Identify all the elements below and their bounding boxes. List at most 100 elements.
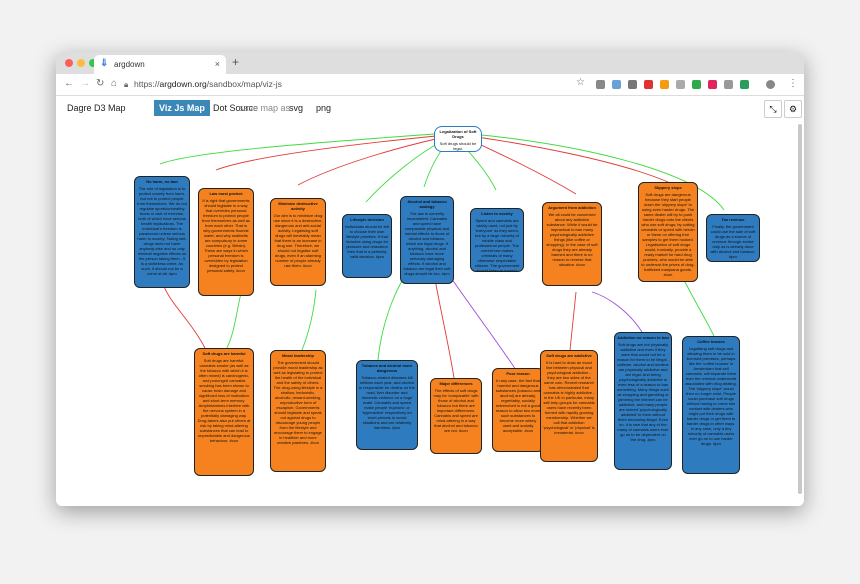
- argument-node[interactable]: Tax revenue Finally, the government could…: [706, 214, 760, 262]
- forward-arrow-icon[interactable]: →: [80, 78, 90, 89]
- lock-icon: 🔒︎: [124, 80, 129, 89]
- argument-node[interactable]: Minimize destructive activity Our aim is …: [270, 198, 326, 286]
- extension-shield-icon[interactable]: [660, 80, 669, 89]
- more-menu-icon[interactable]: ⋮: [788, 78, 798, 89]
- extension-evernote-icon[interactable]: [740, 80, 749, 89]
- node-title: Poor reason: [506, 371, 530, 376]
- edge-undercut: [591, 291, 643, 333]
- extension-cast-icon[interactable]: [612, 80, 621, 89]
- node-text: It is hard to draw an exact line between…: [543, 360, 595, 435]
- argument-node[interactable]: Addiction no reason to ban Soft drugs are…: [614, 332, 672, 470]
- argument-node[interactable]: Major differences The effects of soft dru…: [430, 378, 482, 454]
- title-bar: ⇓ argdown × +: [56, 52, 804, 74]
- url-path: /sandbox/map/viz-js: [206, 79, 282, 89]
- node-text: Soft drugs are dangerous because they st…: [641, 192, 695, 277]
- edge-attack: [569, 291, 577, 351]
- edge-attack: [215, 135, 437, 171]
- node-title: Addiction no reason to ban: [617, 335, 669, 340]
- node-title: Minimize destructive activity: [278, 201, 318, 211]
- root-claim-node[interactable]: Legalization of Soft Drugs Soft drugs sh…: [434, 126, 482, 152]
- node-title: Listen to society: [481, 211, 513, 216]
- node-title: Major differences: [439, 381, 473, 386]
- node-text: We all could be concerned about any addi…: [546, 212, 598, 267]
- argument-map-canvas[interactable]: Legalization of Soft Drugs Soft drugs sh…: [56, 120, 804, 506]
- argument-node[interactable]: Moral leadership The government should pr…: [270, 350, 326, 472]
- url-host: argdown.org: [159, 79, 207, 89]
- node-title: Coffee houses: [697, 339, 725, 344]
- minimize-window-button[interactable]: [77, 59, 85, 67]
- argument-node[interactable]: Tobacco and alcohol more dangerous Tobacc…: [356, 360, 418, 450]
- node-text: Soft drugs are harmful: cannabis smoke (…: [197, 358, 251, 443]
- argument-node[interactable]: No harm, no ban The role of legislation i…: [134, 176, 190, 288]
- node-text: Individuals should be left to choose the…: [345, 224, 389, 259]
- node-title: Slippery slope: [654, 185, 682, 190]
- vertical-scrollbar[interactable]: [798, 124, 802, 494]
- node-text: The role of legislation is to protect so…: [137, 186, 187, 276]
- node-text: Legalising soft drugs and allowing them …: [685, 346, 737, 446]
- node-title: No harm, no ban: [146, 179, 178, 184]
- argdown-toolbar: Dagre D3 Map Viz Js Map Dot Source save …: [56, 96, 804, 120]
- node-text: Finally, the government could use the sa…: [710, 224, 756, 259]
- argdown-favicon-icon: ⇓: [100, 58, 109, 69]
- extension-info-icon[interactable]: [596, 80, 605, 89]
- argument-node[interactable]: Listen to society Speed and cannabis are …: [470, 208, 524, 272]
- argument-node[interactable]: Coffee houses Legalising soft drugs and a…: [682, 336, 740, 474]
- node-title: Moral leadership: [282, 353, 314, 358]
- node-text: The government should provide moral lead…: [273, 360, 323, 445]
- extension-vue-icon[interactable]: [692, 80, 701, 89]
- extension-grid-icon[interactable]: [724, 80, 733, 89]
- node-text: The effects of soft drugs may be 'compar…: [433, 388, 479, 433]
- profile-avatar[interactable]: [766, 80, 775, 89]
- edge-attack: [297, 137, 441, 186]
- save-png-button[interactable]: png: [311, 100, 336, 116]
- node-title: Tax revenue: [721, 217, 745, 222]
- url-prefix: https://: [134, 79, 160, 89]
- tab-viz-js-map[interactable]: Viz Js Map: [154, 100, 210, 116]
- argument-node[interactable]: Lifestyle decision Individuals should be …: [342, 214, 392, 278]
- browser-window: ⇓ argdown × + ← → ↻ ⌂ 🔒︎ https://argdown…: [56, 52, 804, 506]
- edge-support: [159, 133, 435, 165]
- tab-dagre-d3-map[interactable]: Dagre D3 Map: [62, 100, 131, 116]
- node-title: Soft drugs are addictive: [546, 353, 592, 358]
- url-field[interactable]: https://argdown.org/sandbox/map/viz-js: [134, 79, 282, 89]
- argument-node[interactable]: Law must protect It is right that governm…: [198, 188, 254, 296]
- node-text: The law is currently inconsistent. Canna…: [403, 211, 451, 276]
- argument-node[interactable]: Soft drugs are harmful Soft drugs are har…: [194, 348, 254, 476]
- argument-node[interactable]: Poor reason In any case, the fact that ha…: [492, 368, 544, 452]
- node-text: In any case, the fact that harmful and d…: [495, 378, 541, 433]
- home-icon[interactable]: ⌂: [111, 78, 117, 89]
- new-tab-button[interactable]: +: [232, 55, 239, 69]
- extension-opera-icon[interactable]: [644, 80, 653, 89]
- browser-tab[interactable]: ⇓ argdown ×: [94, 55, 226, 74]
- node-title: Alcohol and tobacco analogy: [407, 199, 447, 209]
- node-title: Lifestyle decision: [350, 217, 384, 222]
- tab-title: argdown: [114, 60, 145, 69]
- node-text: Our aim is to minimize drug use since it…: [273, 213, 323, 268]
- settings-gear-icon[interactable]: ⚙: [784, 100, 802, 118]
- argument-node[interactable]: Alcohol and tobacco analogy The law is cu…: [400, 196, 454, 284]
- edge-support: [225, 289, 243, 351]
- argument-node[interactable]: Soft drugs are addictive It is hard to dr…: [540, 350, 598, 462]
- back-arrow-icon[interactable]: ←: [64, 78, 74, 89]
- collapse-icon[interactable]: ⤡: [764, 100, 782, 118]
- extension-reader-icon[interactable]: [628, 80, 637, 89]
- node-title: Soft drugs are harmful: [202, 351, 246, 356]
- bookmark-star-icon[interactable]: ☆: [576, 77, 585, 88]
- tab-close-icon[interactable]: ×: [215, 59, 220, 69]
- close-window-button[interactable]: [65, 59, 73, 67]
- node-title: Law must protect: [209, 191, 243, 196]
- address-bar-row: ← → ↻ ⌂ 🔒︎ https://argdown.org/sandbox/m…: [56, 74, 804, 96]
- node-title: Argument from addiction: [548, 205, 596, 210]
- edge-support: [365, 139, 445, 203]
- argument-node[interactable]: Argument from addiction We all could be c…: [542, 202, 602, 286]
- extension-pinterest-icon[interactable]: [708, 80, 717, 89]
- root-claim-text: Soft drugs should be legal.: [439, 141, 477, 151]
- reload-icon[interactable]: ↻: [96, 78, 104, 89]
- save-svg-button[interactable]: svg: [284, 100, 308, 116]
- edge-attack: [469, 135, 669, 183]
- root-claim-title: Legalization of Soft Drugs: [439, 129, 477, 139]
- edge-support: [301, 289, 317, 351]
- argument-node[interactable]: Slippery slope Soft drugs are dangerous b…: [638, 182, 698, 282]
- edge-attack: [465, 137, 577, 195]
- extension-mail-icon[interactable]: [676, 80, 685, 89]
